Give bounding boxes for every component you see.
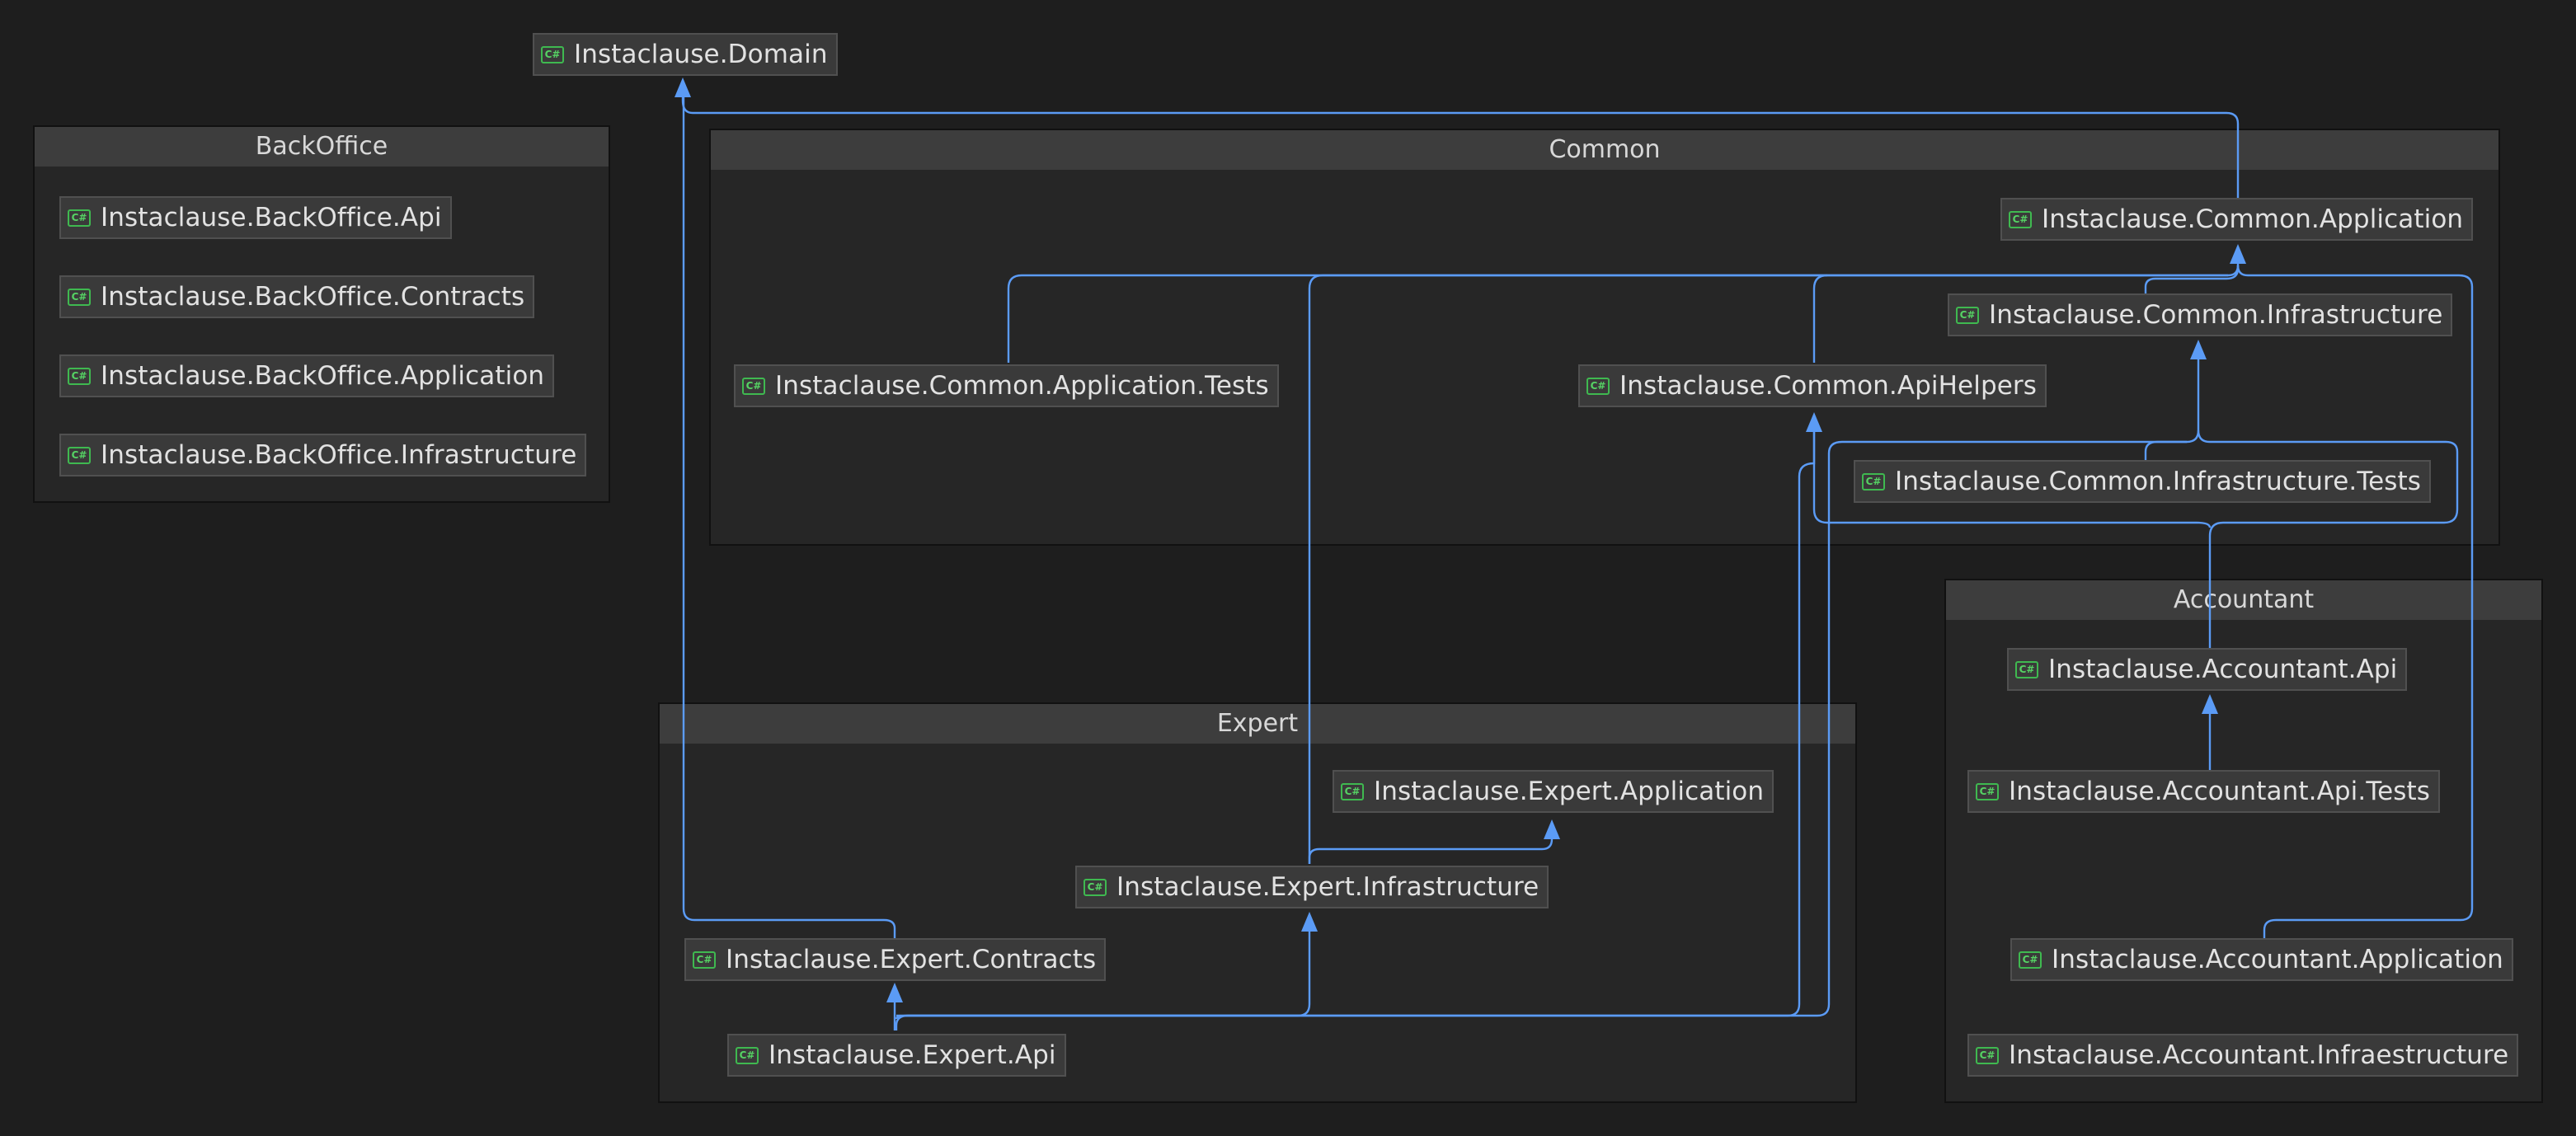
node-label: Instaclause.Expert.Application	[1374, 777, 1765, 806]
node-label: Instaclause.BackOffice.Application	[101, 361, 545, 391]
csharp-project-icon: C#	[68, 446, 91, 464]
arrow-head	[675, 77, 691, 97]
node-label: Instaclause.BackOffice.Api	[101, 203, 442, 232]
node-label: Instaclause.Common.Application	[2042, 204, 2464, 234]
node-label: Instaclause.Common.Infrastructure.Tests	[1895, 467, 2422, 496]
node-label: Instaclause.Common.ApiHelpers	[1619, 371, 2037, 401]
node-label: Instaclause.Expert.Infrastructure	[1116, 872, 1539, 902]
csharp-project-icon: C#	[68, 209, 91, 227]
csharp-project-icon: C#	[2009, 210, 2032, 228]
node-expert-application[interactable]: C# Instaclause.Expert.Application	[1333, 770, 1775, 813]
csharp-project-icon: C#	[1862, 472, 1885, 491]
csharp-project-icon: C#	[1586, 377, 1610, 395]
csharp-project-icon: C#	[1084, 878, 1107, 896]
node-common-application-tests[interactable]: C# Instaclause.Common.Application.Tests	[734, 364, 1279, 407]
node-expert-infrastructure[interactable]: C# Instaclause.Expert.Infrastructure	[1075, 866, 1549, 908]
node-common-application[interactable]: C# Instaclause.Common.Application	[2000, 198, 2474, 241]
csharp-project-icon: C#	[1976, 1046, 1999, 1064]
node-label: Instaclause.Accountant.Application	[2052, 945, 2503, 974]
node-common-apihelpers[interactable]: C# Instaclause.Common.ApiHelpers	[1578, 364, 2047, 407]
node-label: Instaclause.Domain	[574, 40, 828, 69]
node-label: Instaclause.Expert.Api	[769, 1040, 1056, 1070]
node-backoffice-contracts[interactable]: C# Instaclause.BackOffice.Contracts	[59, 275, 535, 318]
node-backoffice-application[interactable]: C# Instaclause.BackOffice.Application	[59, 354, 555, 397]
node-accountant-api[interactable]: C# Instaclause.Accountant.Api	[2007, 648, 2408, 691]
csharp-project-icon: C#	[68, 367, 91, 385]
node-label: Instaclause.Common.Application.Tests	[775, 371, 1269, 401]
csharp-project-icon: C#	[68, 288, 91, 306]
group-header-accountant[interactable]: Accountant	[1946, 580, 2541, 620]
csharp-project-icon: C#	[2019, 951, 2042, 969]
csharp-project-icon: C#	[541, 45, 564, 63]
node-common-infrastructure[interactable]: C# Instaclause.Common.Infrastructure	[1948, 293, 2453, 336]
csharp-project-icon: C#	[693, 951, 716, 969]
node-backoffice-infrastructure[interactable]: C# Instaclause.BackOffice.Infrastructure	[59, 434, 587, 476]
node-domain[interactable]: C# Instaclause.Domain	[533, 33, 838, 76]
node-accountant-api-tests[interactable]: C# Instaclause.Accountant.Api.Tests	[1967, 770, 2441, 813]
node-label: Instaclause.Expert.Contracts	[726, 945, 1097, 974]
node-label: Instaclause.Accountant.Api.Tests	[2009, 777, 2431, 806]
csharp-project-icon: C#	[1341, 782, 1364, 800]
node-expert-contracts[interactable]: C# Instaclause.Expert.Contracts	[684, 938, 1107, 981]
node-accountant-infraestructure[interactable]: C# Instaclause.Accountant.Infraestructur…	[1967, 1034, 2519, 1077]
node-accountant-application[interactable]: C# Instaclause.Accountant.Application	[2010, 938, 2513, 981]
node-label: Instaclause.Common.Infrastructure	[1989, 300, 2443, 330]
csharp-project-icon: C#	[736, 1046, 759, 1064]
node-backoffice-api[interactable]: C# Instaclause.BackOffice.Api	[59, 196, 452, 239]
csharp-project-icon: C#	[1956, 306, 1979, 324]
node-label: Instaclause.Accountant.Infraestructure	[2009, 1040, 2509, 1070]
csharp-project-icon: C#	[1976, 782, 1999, 800]
csharp-project-icon: C#	[2015, 660, 2038, 678]
dependency-diagram: BackOffice Common Accountant Expert C# I…	[0, 0, 2576, 1136]
node-label: Instaclause.BackOffice.Contracts	[101, 282, 525, 312]
node-expert-api[interactable]: C# Instaclause.Expert.Api	[727, 1034, 1066, 1077]
node-label: Instaclause.Accountant.Api	[2048, 655, 2398, 684]
csharp-project-icon: C#	[742, 377, 765, 395]
group-header-common[interactable]: Common	[711, 130, 2498, 170]
group-header-backoffice[interactable]: BackOffice	[35, 127, 609, 167]
node-common-infrastructure-tests[interactable]: C# Instaclause.Common.Infrastructure.Tes…	[1854, 460, 2432, 503]
node-label: Instaclause.BackOffice.Infrastructure	[101, 440, 577, 470]
group-header-expert[interactable]: Expert	[660, 704, 1855, 744]
